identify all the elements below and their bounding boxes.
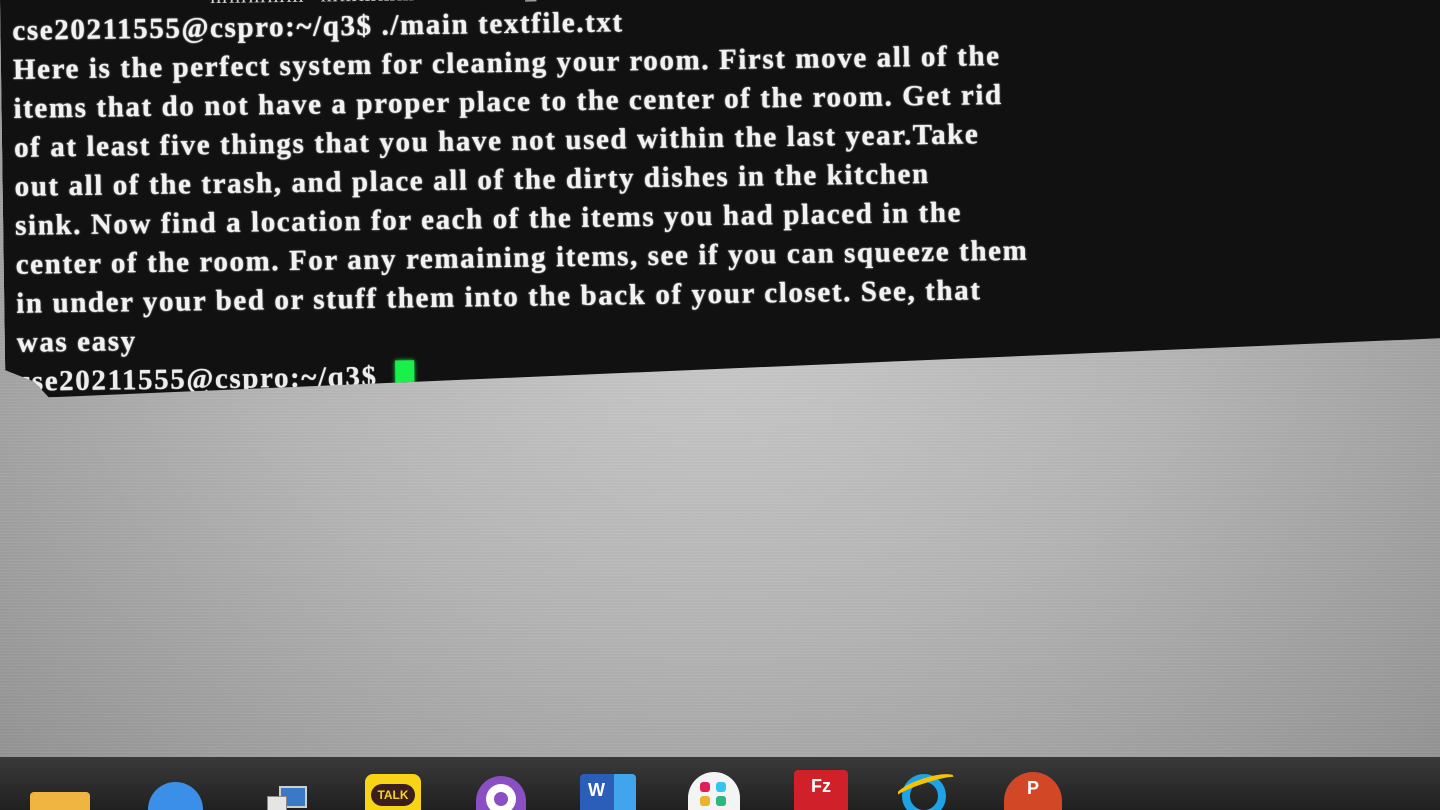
filezilla-label: Fz xyxy=(811,776,831,796)
octocat-icon xyxy=(486,784,516,810)
terminal-window[interactable]: mmmmm mmmmm m_m m cse20211555@cspro:~/q3… xyxy=(0,0,1440,398)
kakaotalk-label: TALK xyxy=(371,784,415,806)
powerpoint-icon[interactable]: P xyxy=(1004,772,1062,810)
filezilla-icon[interactable]: Fz xyxy=(794,770,848,810)
shell-prompt: cse20211555@cspro:~/q3$ xyxy=(17,360,378,398)
terminal-output: cse20211555@cspro:~/q3$ ./main textfile.… xyxy=(12,0,1437,402)
network-icon[interactable] xyxy=(265,782,315,810)
taskbar: TALK W Fz P xyxy=(0,757,1440,810)
word-label: W xyxy=(588,780,605,800)
github-desktop-icon[interactable] xyxy=(476,776,526,810)
kakaotalk-icon[interactable]: TALK xyxy=(365,774,421,810)
word-icon[interactable]: W xyxy=(580,774,636,810)
internet-explorer-icon[interactable] xyxy=(898,770,954,810)
computer-icon xyxy=(267,796,287,810)
slack-icon[interactable] xyxy=(688,772,740,810)
desktop-background: mmmmm mmmmm m_m m cse20211555@cspro:~/q3… xyxy=(0,0,1440,810)
file-explorer-icon[interactable] xyxy=(30,792,90,810)
powerpoint-label: P xyxy=(1026,778,1039,798)
text-cursor xyxy=(395,360,414,394)
zoom-icon[interactable] xyxy=(148,782,203,810)
